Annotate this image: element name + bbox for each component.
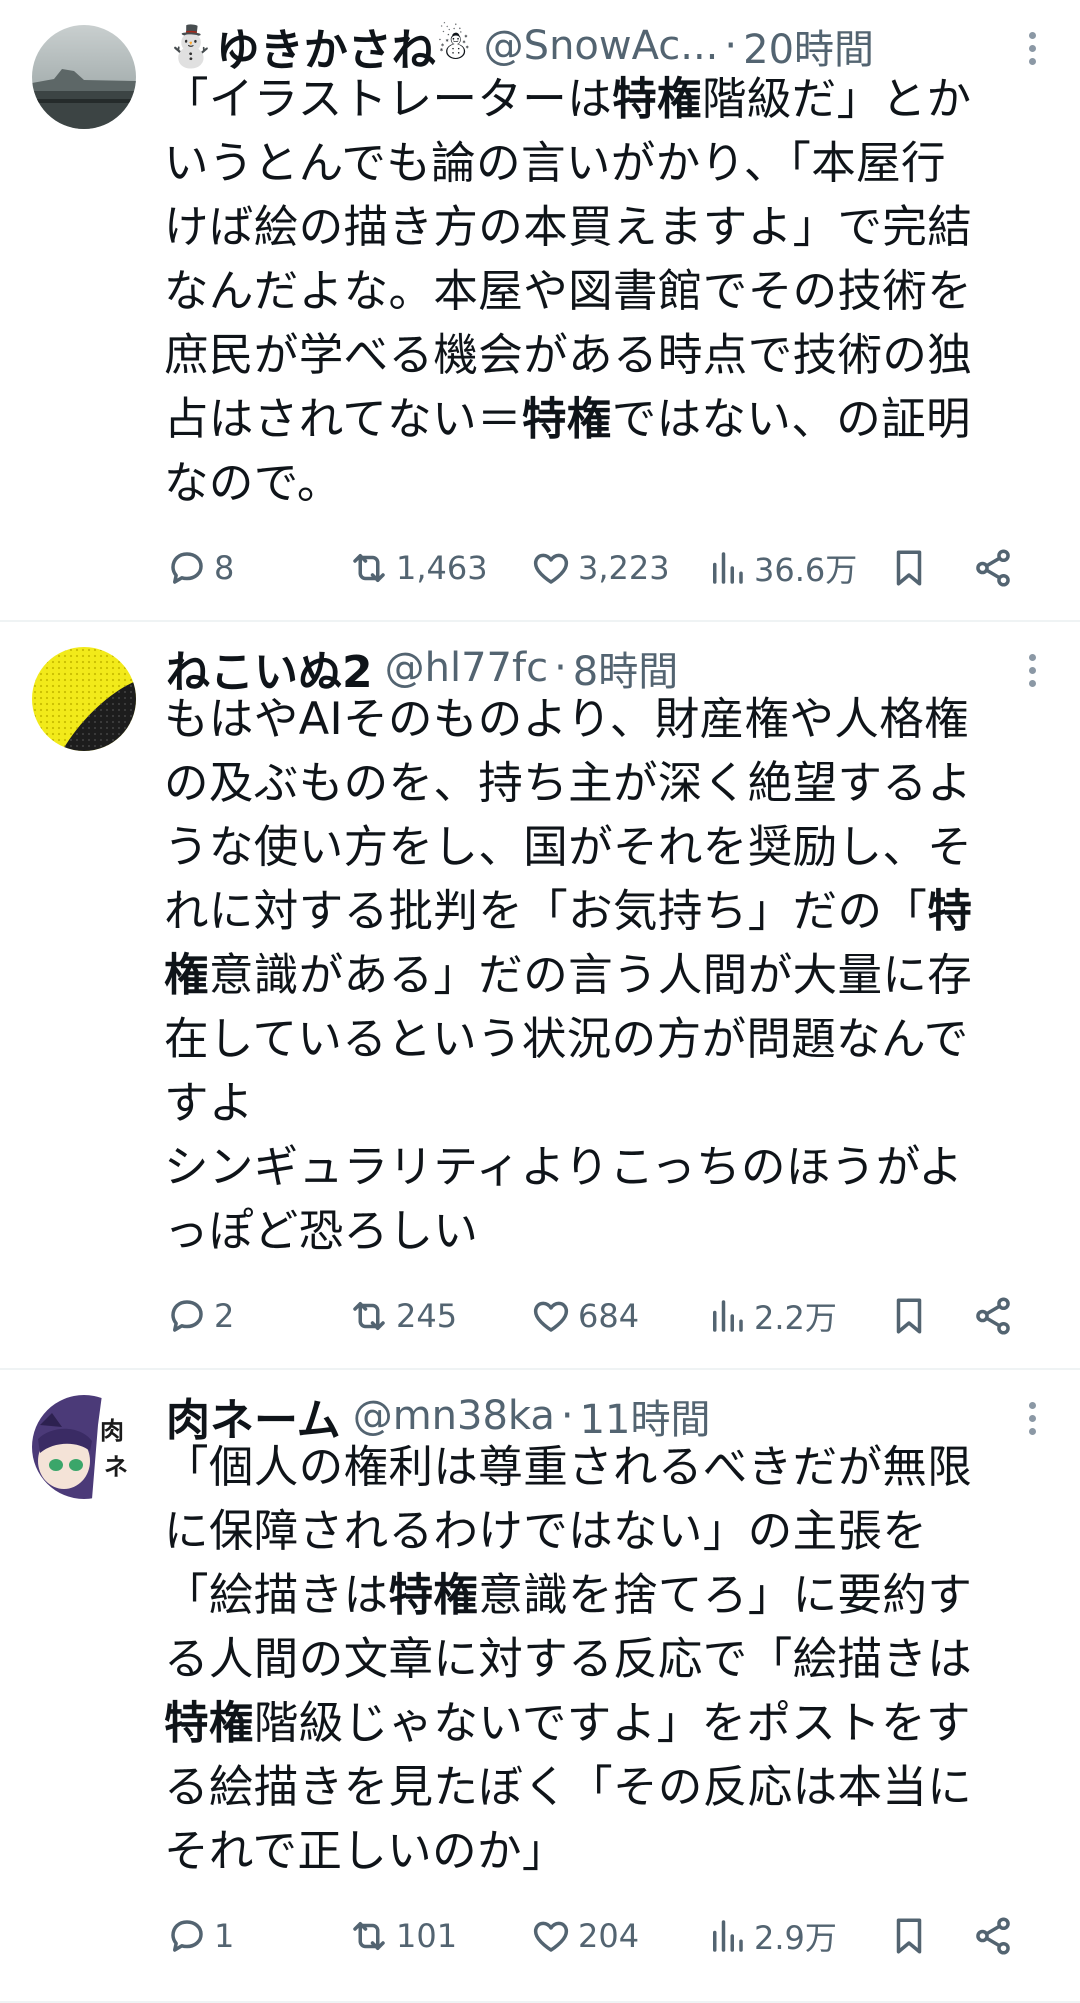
bookmark-icon: [896, 1298, 922, 1334]
like-count: 684: [578, 1297, 640, 1335]
repost-icon: [353, 1922, 385, 1950]
avatar-text-1: 肉: [100, 1417, 124, 1445]
tweet-text: もはやAIそのものより、財産権や人格権 の及ぶものを、持ち主が深く絶望するよ う…: [164, 688, 1044, 1264]
separator-dot: ·: [724, 23, 738, 69]
text-line: っぽど恐ろしい: [164, 1206, 479, 1257]
tweet-header: ⛄ ゆきかさね ☃ @SnowAc... · 20時間: [166, 18, 1020, 74]
text-line: 占はされてない＝特権ではない、の証明: [164, 394, 971, 445]
text-line: けば絵の描き方の本買えますよ」で完結: [164, 202, 973, 253]
tweet-actions: 2 245 684 2.2万: [166, 1288, 1036, 1344]
text-line: シンギュラリティよりこっちのほうがよ: [164, 1142, 964, 1193]
views-count: 2.9万: [754, 1919, 837, 1957]
tweet-actions: 1 101 204 2.9万: [166, 1908, 1036, 1964]
text-line: 特権階級じゃないですよ」をポストをす: [164, 1698, 971, 1749]
avatar-text-2: ネ: [104, 1453, 128, 1481]
views-chart-icon: [713, 552, 743, 584]
text-line: いうとんでも論の言いがかり、「本屋行: [164, 138, 946, 189]
reply-icon: [171, 1300, 203, 1332]
repost-button[interactable]: 101: [348, 1908, 457, 1964]
tweet[interactable]: ⛄ ゆきかさね ☃ @SnowAc... · 20時間 「イラストレーターは特権…: [0, 0, 1080, 622]
share-button[interactable]: [972, 540, 1014, 596]
reply-count: 1: [214, 1917, 235, 1955]
reply-icon: [171, 1920, 203, 1952]
more-dots-icon[interactable]: [1026, 654, 1038, 687]
like-count: 3,223: [578, 549, 670, 587]
text-line: なんだよな。本屋や図書館でその技術を: [164, 266, 973, 317]
share-icon: [976, 1297, 1010, 1335]
share-icon: [976, 1917, 1010, 1955]
bookmark-icon: [896, 1918, 922, 1954]
like-count: 204: [578, 1917, 640, 1955]
share-button[interactable]: [972, 1908, 1014, 1964]
more-dots-icon[interactable]: [1026, 1402, 1038, 1435]
like-button[interactable]: 3,223: [530, 540, 670, 596]
repost-button[interactable]: 1,463: [348, 540, 488, 596]
timestamp[interactable]: 20時間: [743, 18, 874, 74]
user-handle[interactable]: @hl77fc: [385, 645, 548, 691]
avatar[interactable]: [32, 25, 136, 129]
more-dots-icon[interactable]: [1026, 32, 1038, 65]
repost-icon: [353, 1302, 385, 1330]
share-button[interactable]: [972, 1288, 1014, 1344]
text-line: 「絵描きは特権意識を捨てろ」に要約す: [164, 1570, 973, 1621]
reply-count: 2: [214, 1297, 235, 1335]
text-line: 在しているという状況の方が問題なんで: [164, 1014, 969, 1065]
tweet[interactable]: ねこいぬ2 @hl77fc · 8時間 もはやAIそのものより、財産権や人格権 …: [0, 622, 1080, 1370]
text-line: る人間の文章に対する反応で「絵描きは: [164, 1634, 973, 1685]
heart-icon: [533, 1301, 569, 1332]
avatar[interactable]: [32, 647, 136, 751]
reply-count: 8: [214, 549, 235, 587]
views-chart-icon: [713, 1300, 743, 1332]
views-chart-icon: [713, 1920, 743, 1952]
views-count: 2.2万: [754, 1299, 837, 1337]
heart-icon: [533, 1921, 569, 1952]
text-line: 「イラストレーターは特権階級だ」とか: [164, 74, 972, 125]
repost-button[interactable]: 245: [348, 1288, 457, 1344]
text-line: もはやAIそのものより、財産権や人格権: [164, 694, 969, 745]
bookmark-button[interactable]: [888, 1908, 930, 1964]
user-handle[interactable]: @SnowAc...: [484, 23, 719, 69]
text-line: うな使い方をし、国がそれを奨励し、そ: [164, 822, 973, 873]
like-button[interactable]: 684: [530, 1288, 639, 1344]
views-count: 36.6万: [754, 551, 858, 589]
text-line: に保障されるわけではない」の主張を: [164, 1506, 928, 1557]
bookmark-icon: [896, 550, 922, 586]
text-line: 庶民が学べる機会がある時点で技術の独: [164, 330, 973, 381]
text-line: れに対する批判を「お気持ち」だの「特: [164, 886, 973, 937]
share-icon: [976, 549, 1010, 587]
text-line: すよ: [164, 1078, 254, 1129]
separator-dot: ·: [554, 645, 567, 691]
repost-icon: [353, 554, 385, 582]
text-line: それで正しいのか」: [164, 1826, 567, 1877]
tweet-actions: 8 1,463 3,223 36.6万: [166, 540, 1036, 596]
user-handle[interactable]: @mn38ka: [353, 1393, 555, 1439]
views-button[interactable]: 2.9万: [706, 1908, 837, 1964]
tweet-text: 「イラストレーターは特権階級だ」とか いうとんでも論の言いがかり、「本屋行 けば…: [164, 68, 1044, 516]
reply-button[interactable]: 8: [166, 540, 234, 596]
tweet-text: 「個人の権利は尊重されるべきだが無限 に保障されるわけではない」の主張を 「絵描…: [164, 1436, 1044, 1884]
text-line: る絵描きを見たぼく「その反応は本当に: [164, 1762, 973, 1813]
reply-button[interactable]: 2: [166, 1288, 234, 1344]
views-button[interactable]: 2.2万: [706, 1288, 837, 1344]
reply-button[interactable]: 1: [166, 1908, 234, 1964]
like-button[interactable]: 204: [530, 1908, 639, 1964]
repost-count: 1,463: [396, 549, 488, 587]
avatar[interactable]: 肉 ネ: [32, 1395, 136, 1499]
text-line: 「個人の権利は尊重されるべきだが無限: [164, 1442, 973, 1493]
bookmark-button[interactable]: [888, 1288, 930, 1344]
display-name[interactable]: ゆきかさね: [216, 18, 436, 74]
text-line: の及ぶものを、持ち主が深く絶望するよ: [164, 758, 973, 809]
snowman-emoji: ⛄: [166, 23, 216, 70]
repost-count: 101: [396, 1917, 458, 1955]
separator-dot: ·: [560, 1393, 574, 1439]
text-line: なので。: [164, 458, 342, 509]
heart-icon: [533, 553, 569, 584]
snowman-snow-emoji: ☃: [435, 23, 472, 69]
tweet[interactable]: 肉 ネ 肉ネーム @mn38ka · 11時間 「個人の権利は尊重されるべきだが…: [0, 1370, 1080, 2003]
bookmark-button[interactable]: [888, 540, 930, 596]
views-button[interactable]: 36.6万: [706, 540, 857, 596]
repost-count: 245: [396, 1297, 458, 1335]
text-line: 権意識がある」だの言う人間が大量に存: [164, 950, 973, 1001]
reply-icon: [171, 552, 203, 584]
